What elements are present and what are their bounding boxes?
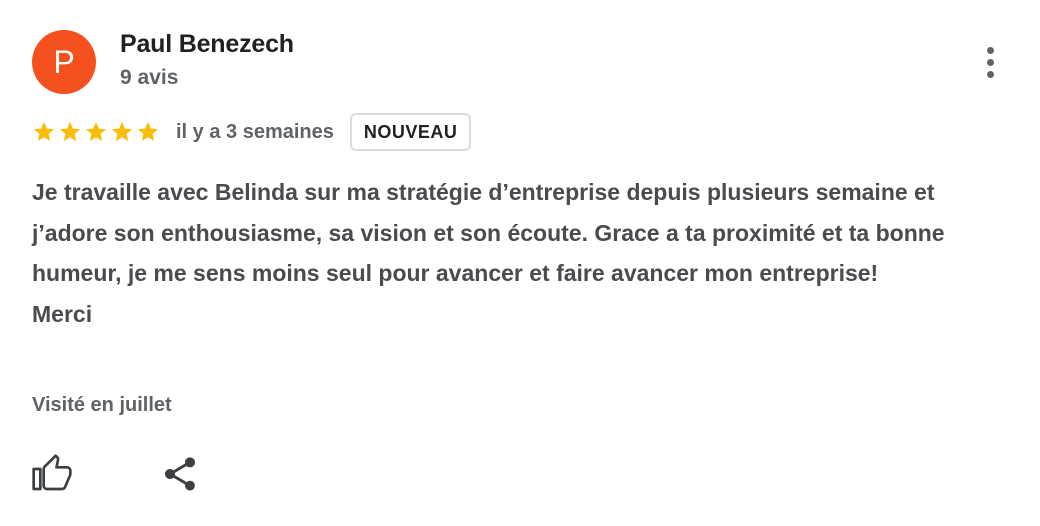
- share-button[interactable]: [158, 452, 202, 496]
- star-rating: [32, 120, 160, 144]
- more-vertical-icon: [986, 46, 994, 54]
- avatar[interactable]: P: [32, 30, 96, 94]
- review-time: il y a 3 semaines: [176, 120, 334, 143]
- review-text: Je travaille avec Belinda sur ma stratég…: [32, 172, 992, 334]
- star-icon: [86, 122, 106, 141]
- more-vertical-icon-dot: [986, 70, 994, 78]
- star-icon: [112, 122, 132, 141]
- review-card: P Paul Benezech 9 avis il y a 3 semaines…: [0, 0, 1040, 526]
- more-vertical-icon-dot: [986, 58, 994, 66]
- share-icon: [165, 457, 195, 491]
- star-icon: [138, 122, 158, 141]
- more-options-button[interactable]: [972, 40, 1008, 84]
- author-review-count: 9 avis: [120, 66, 179, 89]
- like-button[interactable]: [30, 452, 74, 496]
- review-paragraph: Je travaille avec Belinda sur ma stratég…: [32, 179, 945, 286]
- thumbs-up-icon: [32, 454, 72, 491]
- new-badge: NOUVEAU: [349, 113, 472, 151]
- author-name[interactable]: Paul Benezech: [120, 30, 294, 59]
- rating-row: il y a 3 semaines NOUVEAU: [32, 112, 472, 152]
- star-icon: [60, 122, 80, 141]
- avatar-letter: P: [53, 43, 75, 80]
- star-icon: [34, 122, 54, 141]
- visit-date: Visité en juillet: [32, 394, 172, 416]
- review-paragraph: Merci: [32, 300, 93, 327]
